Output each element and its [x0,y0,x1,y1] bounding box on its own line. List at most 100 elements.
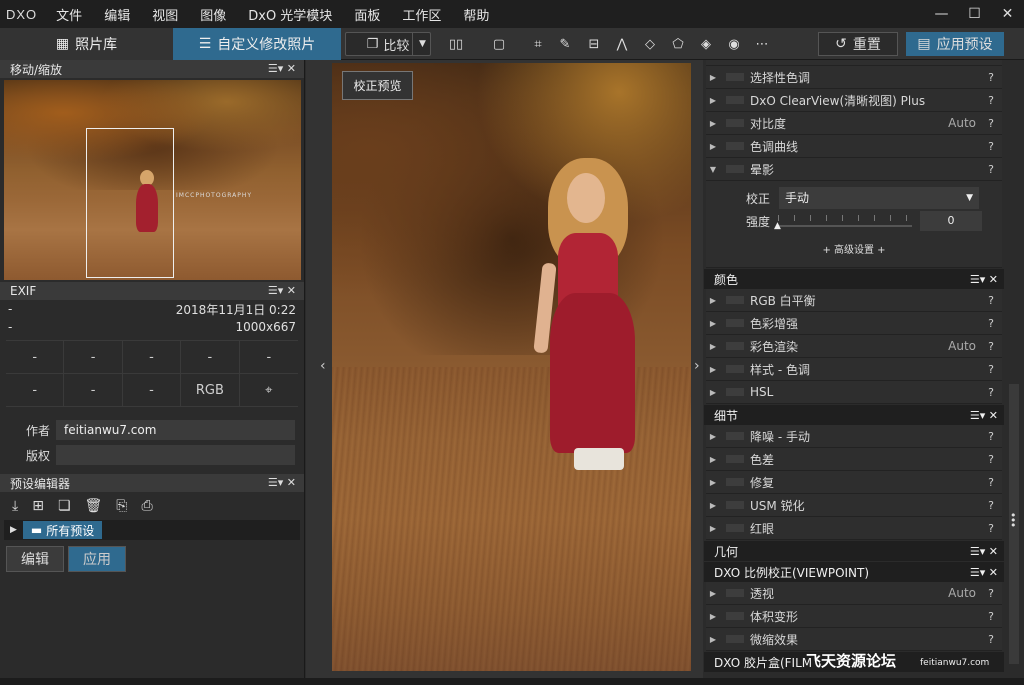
vignette-row[interactable]: ▼ 晕影 ? [706,158,1002,181]
help-icon[interactable]: ? [988,340,994,353]
palette-row[interactable]: ▶ HSL ? [706,381,1002,404]
toggle-switch[interactable] [726,365,744,373]
expand-arrow-icon[interactable]: ▶ [706,296,720,305]
expand-arrow-icon[interactable]: ▶ [706,635,720,644]
help-icon[interactable]: ? [988,522,994,535]
menu-workspace[interactable]: 工作区 [391,5,452,24]
collapse-arrow-icon[interactable]: ▼ [706,165,720,174]
toggle-switch[interactable] [726,478,744,486]
panel-controls[interactable]: ☰▾ ✕ [970,409,998,422]
expand-arrow-icon[interactable]: ▶ [706,501,720,510]
export-preset-icon[interactable]: ⎙ [141,498,152,514]
tab-customize[interactable]: ☰ 自定义修改照片 [173,28,341,60]
help-icon[interactable]: ? [988,499,994,512]
advanced-settings-link[interactable]: + 高级设置 + [706,241,1002,256]
split-view-icon[interactable]: ▯▯ [444,32,468,56]
copyright-field[interactable] [56,445,295,465]
section-viewpoint[interactable]: DXO 比例校正(VIEWPOINT) ☰▾ ✕ [704,562,1004,582]
toggle-switch[interactable] [726,73,744,81]
expand-arrow-icon[interactable]: ▶ [10,525,17,535]
palette-row[interactable]: ▶ 体积变形 ? [706,605,1002,628]
minimize-button[interactable]: — [925,0,958,28]
toggle-switch[interactable] [726,342,744,350]
author-field[interactable]: feitianwu7.com [56,420,295,440]
compare-dropdown[interactable]: ▼ [412,33,432,55]
expand-arrow-icon[interactable]: ▶ [706,432,720,441]
all-presets-folder[interactable]: ▬ 所有预设 [22,521,103,539]
panel-controls[interactable]: ☰▾ ✕ [970,545,998,558]
correction-preview-button[interactable]: 校正预览 [342,71,413,100]
help-icon[interactable]: ? [988,453,994,466]
perspective-icon[interactable]: ⋀ [610,32,634,56]
toggle-switch[interactable] [726,142,744,150]
toggle-switch[interactable] [726,165,744,173]
delete-preset-icon[interactable]: 🗑 [85,498,103,514]
toggle-switch[interactable] [726,296,744,304]
expand-arrow-icon[interactable]: ▶ [706,365,720,374]
menu-file[interactable]: 文件 [45,5,93,24]
toggle-switch[interactable] [726,455,744,463]
expand-arrow-icon[interactable]: ▶ [706,478,720,487]
toggle-switch[interactable] [726,635,744,643]
expand-arrow-icon[interactable]: ▶ [706,455,720,464]
help-icon[interactable]: ? [988,71,994,84]
horizon-icon[interactable]: ⊟ [582,32,606,56]
help-icon[interactable]: ? [988,430,994,443]
palette-row[interactable]: ▶ 选择性色调 ? [706,66,1002,89]
menu-optics[interactable]: DxO 光学模块 [237,5,343,24]
red-eye-icon[interactable]: ◉ [722,32,746,56]
expand-arrow-icon[interactable]: ▶ [706,589,720,598]
perspective-rect-icon[interactable]: ◇ [638,32,662,56]
toggle-switch[interactable] [726,612,744,620]
close-button[interactable]: ✕ [991,0,1024,28]
collapse-right-icon[interactable]: › [694,358,700,374]
expand-arrow-icon[interactable]: ▶ [706,119,720,128]
palette-row[interactable]: ▶ 微缩效果 ? [706,628,1002,651]
help-icon[interactable]: ? [988,610,994,623]
help-icon[interactable]: ? [988,633,994,646]
palette-row[interactable]: ▶ 色调曲线 ? [706,135,1002,158]
tab-photo-library[interactable]: ▦ 照片库 [0,28,173,60]
help-icon[interactable]: ? [988,294,994,307]
navigator-thumbnail[interactable]: IMCCPHOTOGRAPHY [4,80,301,280]
toggle-switch[interactable] [726,524,744,532]
apply-button[interactable]: 应用 [68,546,126,572]
menu-image[interactable]: 图像 [189,5,237,24]
palette-row[interactable]: ▶ RGB 白平衡 ? [706,289,1002,312]
expand-arrow-icon[interactable]: ▶ [706,612,720,621]
menu-edit[interactable]: 编辑 [93,5,141,24]
expand-arrow-icon[interactable]: ▶ [706,319,720,328]
section-detail[interactable]: 细节 ☰▾ ✕ [704,405,1004,425]
perspective-8pt-icon[interactable]: ⬠ [666,32,690,56]
help-icon[interactable]: ? [988,587,994,600]
palette-row[interactable]: ▶ 色差 ? [706,448,1002,471]
help-icon[interactable]: ? [988,363,994,376]
panel-controls[interactable]: ☰▾ ✕ [970,566,998,579]
help-icon[interactable]: ? [988,386,994,399]
slider-thumb[interactable]: ▲ [774,221,781,231]
palette-row[interactable]: ▶ 对比度 Auto ? [706,112,1002,135]
expand-arrow-icon[interactable]: ▶ [706,388,720,397]
palette-row[interactable]: ▶ 降噪 - 手动 ? [706,425,1002,448]
help-icon[interactable]: ? [988,117,994,130]
palette-row[interactable]: ▶ 彩色渲染 Auto ? [706,335,1002,358]
panel-controls[interactable]: ☰▾ ✕ [268,282,296,300]
collapse-left-icon[interactable]: ‹ [320,358,326,374]
duplicate-preset-icon[interactable]: ❏ [58,498,71,514]
new-preset-icon[interactable]: ⊞ [32,498,44,514]
toggle-switch[interactable] [726,119,744,127]
eyedropper-icon[interactable]: ✎ [553,32,577,56]
help-icon[interactable]: ? [988,163,994,176]
expand-arrow-icon[interactable]: ▶ [706,73,720,82]
menu-view[interactable]: 视图 [141,5,189,24]
apply-preset-button[interactable]: ▤ 应用预设 [906,32,1004,56]
image-viewer[interactable]: 校正预览 ‹ › [306,60,703,678]
expand-arrow-icon[interactable]: ▶ [706,96,720,105]
menu-help[interactable]: 帮助 [452,5,500,24]
palette-row[interactable]: ▶ 透视 Auto ? [706,582,1002,605]
expand-arrow-icon[interactable]: ▶ [706,342,720,351]
grid-overlay-icon[interactable]: ⋯ [750,32,774,56]
panel-controls[interactable]: ☰▾ ✕ [268,474,296,492]
expand-arrow-icon[interactable]: ▶ [706,142,720,151]
edit-button[interactable]: 编辑 [6,546,64,572]
